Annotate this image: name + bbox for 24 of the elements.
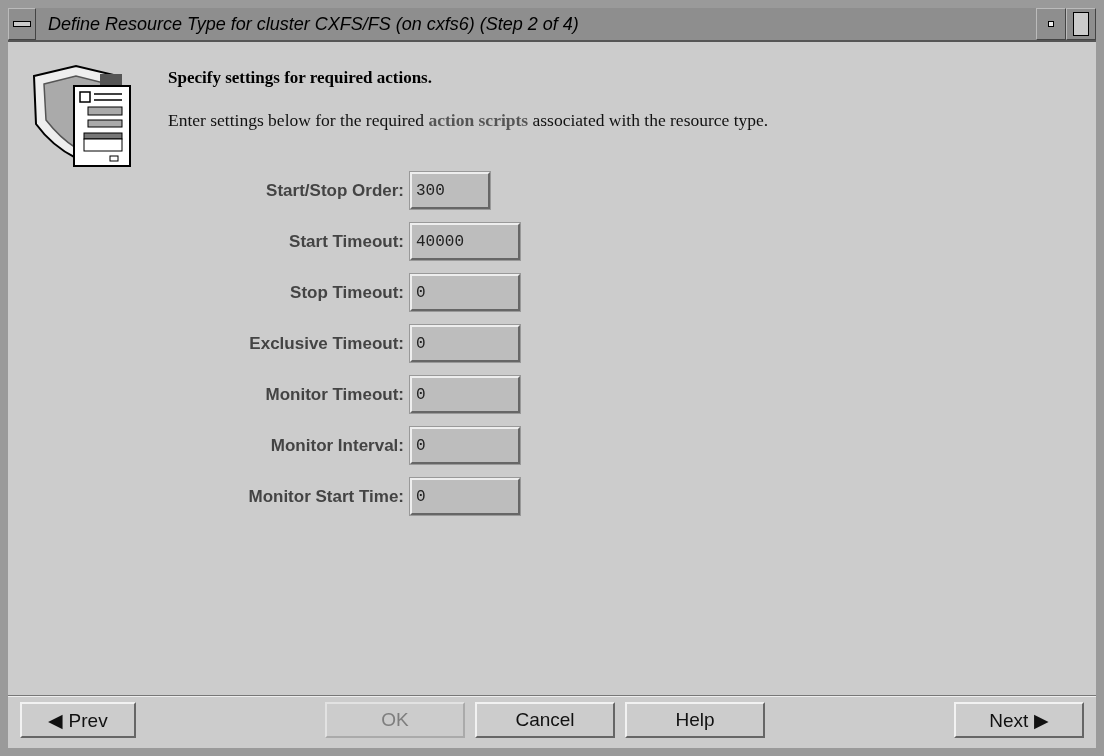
input-field[interactable]: 40000 <box>410 223 520 260</box>
maximize-button[interactable] <box>1066 8 1096 40</box>
dialog-button[interactable]: ◀ Prev <box>20 702 136 738</box>
minimize-button[interactable] <box>1036 8 1066 40</box>
input-field[interactable]: 0 <box>410 478 520 515</box>
input-field[interactable]: 0 <box>410 427 520 464</box>
dialog-button[interactable]: Next ▶ <box>954 702 1084 738</box>
window-title: Define Resource Type for cluster CXFS/FS (on cxfs6) (Step 2 of 4) <box>47 13 580 35</box>
field-label: Monitor Interval: <box>269 435 405 456</box>
input-field[interactable]: 0 <box>410 274 520 311</box>
field-label: Exclusive Timeout: <box>248 333 405 354</box>
window-menu-button[interactable] <box>8 8 36 40</box>
field-label: Start/Stop Order: <box>265 180 405 201</box>
field-label: Stop Timeout: <box>289 282 405 303</box>
instruction-text: Enter settings below for the required action scripts associated with the resource type. <box>168 110 769 131</box>
input-field[interactable]: 0 <box>410 376 520 413</box>
field-label: Monitor Timeout: <box>264 384 405 405</box>
dialog-button[interactable]: Cancel <box>475 702 615 738</box>
field-label: Monitor Start Time: <box>247 486 405 507</box>
dialog-button[interactable]: Help <box>625 702 765 738</box>
input-field[interactable]: 300 <box>410 172 490 209</box>
field-label: Start Timeout: <box>288 231 405 252</box>
instruction-heading: Specify settings for required actions. <box>168 68 433 88</box>
input-field[interactable]: 0 <box>410 325 520 362</box>
